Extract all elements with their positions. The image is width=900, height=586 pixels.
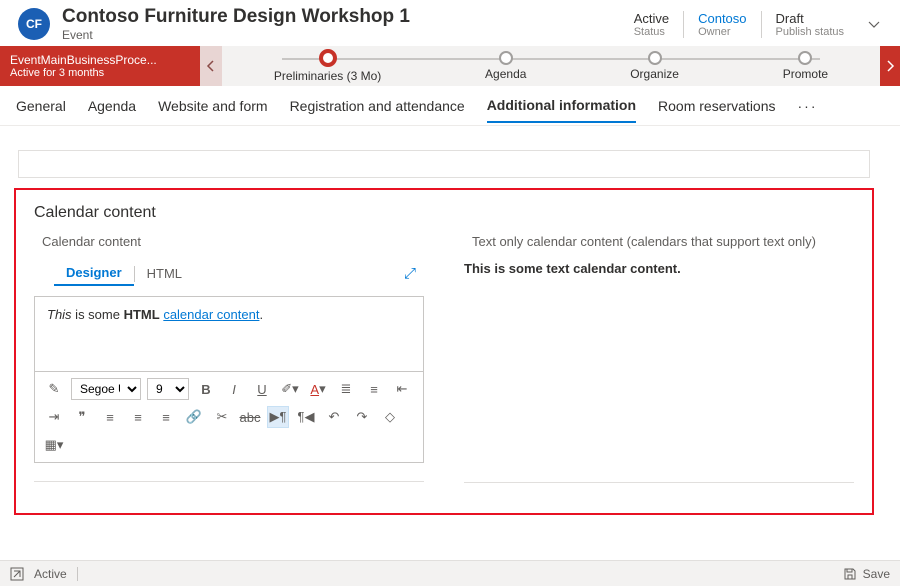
unlink-icon[interactable]: ✂: [211, 406, 233, 428]
decrease-indent-icon[interactable]: ⇤: [391, 378, 413, 400]
field-label: Calendar content: [34, 234, 424, 249]
underline-icon[interactable]: U: [251, 378, 273, 400]
text-calendar-content-value[interactable]: This is some text calendar content.: [464, 255, 854, 282]
editor-tabs: Designer HTML ⤢: [34, 255, 424, 290]
font-size-select[interactable]: 9: [147, 378, 189, 400]
avatar: CF: [18, 8, 50, 40]
process-next-icon[interactable]: [880, 46, 900, 86]
header-meta: Active Status Contoso Owner Draft Publis…: [620, 11, 882, 38]
stage-dot-icon: [798, 51, 812, 65]
meta-status: Active Status: [620, 11, 683, 38]
collapsed-section: [18, 150, 870, 178]
format-painter-icon[interactable]: ✎: [43, 378, 65, 400]
tab-more-icon[interactable]: ···: [798, 90, 818, 122]
increase-indent-icon[interactable]: ⇥: [43, 406, 65, 428]
tab-website-and-form[interactable]: Website and form: [158, 90, 267, 122]
clear-format-icon[interactable]: ◇: [379, 406, 401, 428]
table-icon[interactable]: ▦▾: [43, 434, 65, 456]
section-title: Calendar content: [34, 204, 854, 222]
align-center-icon[interactable]: ≡: [127, 406, 149, 428]
link-icon[interactable]: 🔗: [183, 406, 205, 428]
strike-icon[interactable]: abc: [239, 406, 261, 428]
field-label: Text only calendar content (calendars th…: [464, 234, 854, 249]
blockquote-icon[interactable]: ❞: [71, 406, 93, 428]
meta-owner[interactable]: Contoso Owner: [683, 11, 760, 38]
process-name-box[interactable]: EventMainBusinessProce... Active for 3 m…: [0, 46, 200, 86]
editor-canvas[interactable]: This is some HTML calendar content.: [35, 297, 423, 371]
tab-room-reservations[interactable]: Room reservations: [658, 90, 776, 122]
bold-icon[interactable]: B: [195, 378, 217, 400]
rtl-icon[interactable]: ¶◀: [295, 406, 317, 428]
undo-icon[interactable]: ↶: [323, 406, 345, 428]
editor-toolbar: ✎ Segoe UI 9 B I U ✐▾ A▾ ≣ ≡ ⇤ ⇥ ❞ ≡: [35, 371, 423, 462]
stage-promote[interactable]: Promote: [783, 51, 828, 81]
stage-preliminaries[interactable]: Preliminaries (3 Mo): [274, 49, 381, 83]
italic-icon[interactable]: I: [223, 378, 245, 400]
text-calendar-content-field: Text only calendar content (calendars th…: [464, 234, 854, 483]
stage-dot-icon: [648, 51, 662, 65]
save-icon: [843, 567, 857, 581]
tab-general[interactable]: General: [16, 90, 66, 122]
font-family-select[interactable]: Segoe UI: [71, 378, 141, 400]
align-right-icon[interactable]: ≡: [155, 406, 177, 428]
form-tabs: General Agenda Website and form Registra…: [0, 86, 900, 126]
chevron-down-icon[interactable]: [866, 16, 882, 32]
calendar-content-link[interactable]: calendar content: [163, 307, 259, 322]
stage-dot-icon: [319, 49, 337, 67]
title-block: Contoso Furniture Design Workshop 1 Even…: [62, 6, 620, 42]
align-left-icon[interactable]: ≡: [99, 406, 121, 428]
rich-text-editor: This is some HTML calendar content. ✎ Se…: [34, 296, 424, 463]
stage-dot-icon: [499, 51, 513, 65]
record-header: CF Contoso Furniture Design Workshop 1 E…: [0, 0, 900, 46]
business-process-flow: EventMainBusinessProce... Active for 3 m…: [0, 46, 900, 86]
expand-icon[interactable]: ⤢: [404, 265, 416, 282]
process-stages: Preliminaries (3 Mo) Agenda Organize Pro…: [222, 46, 880, 86]
footer-status: Active: [34, 567, 67, 581]
footer-icon[interactable]: [10, 567, 24, 581]
process-prev-icon[interactable]: [200, 46, 222, 86]
ltr-icon[interactable]: ▶¶: [267, 406, 289, 428]
bulleted-list-icon[interactable]: ≣: [335, 378, 357, 400]
editor-tab-html[interactable]: HTML: [135, 262, 194, 285]
tab-registration[interactable]: Registration and attendance: [290, 90, 465, 122]
font-color-icon[interactable]: A▾: [307, 378, 329, 400]
numbered-list-icon[interactable]: ≡: [363, 378, 385, 400]
stage-agenda[interactable]: Agenda: [485, 51, 526, 81]
status-bar: Active Save: [0, 560, 900, 586]
tab-agenda[interactable]: Agenda: [88, 90, 136, 122]
tab-additional-information[interactable]: Additional information: [487, 89, 636, 123]
redo-icon[interactable]: ↷: [351, 406, 373, 428]
page-title: Contoso Furniture Design Workshop 1: [62, 6, 620, 28]
meta-publish-status: Draft Publish status: [761, 11, 858, 38]
save-button[interactable]: Save: [843, 567, 890, 581]
highlight-icon[interactable]: ✐▾: [279, 378, 301, 400]
calendar-content-section: Calendar content Calendar content Design…: [14, 188, 874, 515]
form-body[interactable]: Calendar content Calendar content Design…: [0, 134, 888, 560]
stage-organize[interactable]: Organize: [630, 51, 679, 81]
calendar-content-field: Calendar content Designer HTML ⤢ This is…: [34, 234, 424, 483]
editor-tab-designer[interactable]: Designer: [54, 261, 134, 286]
entity-subtitle: Event: [62, 28, 620, 42]
